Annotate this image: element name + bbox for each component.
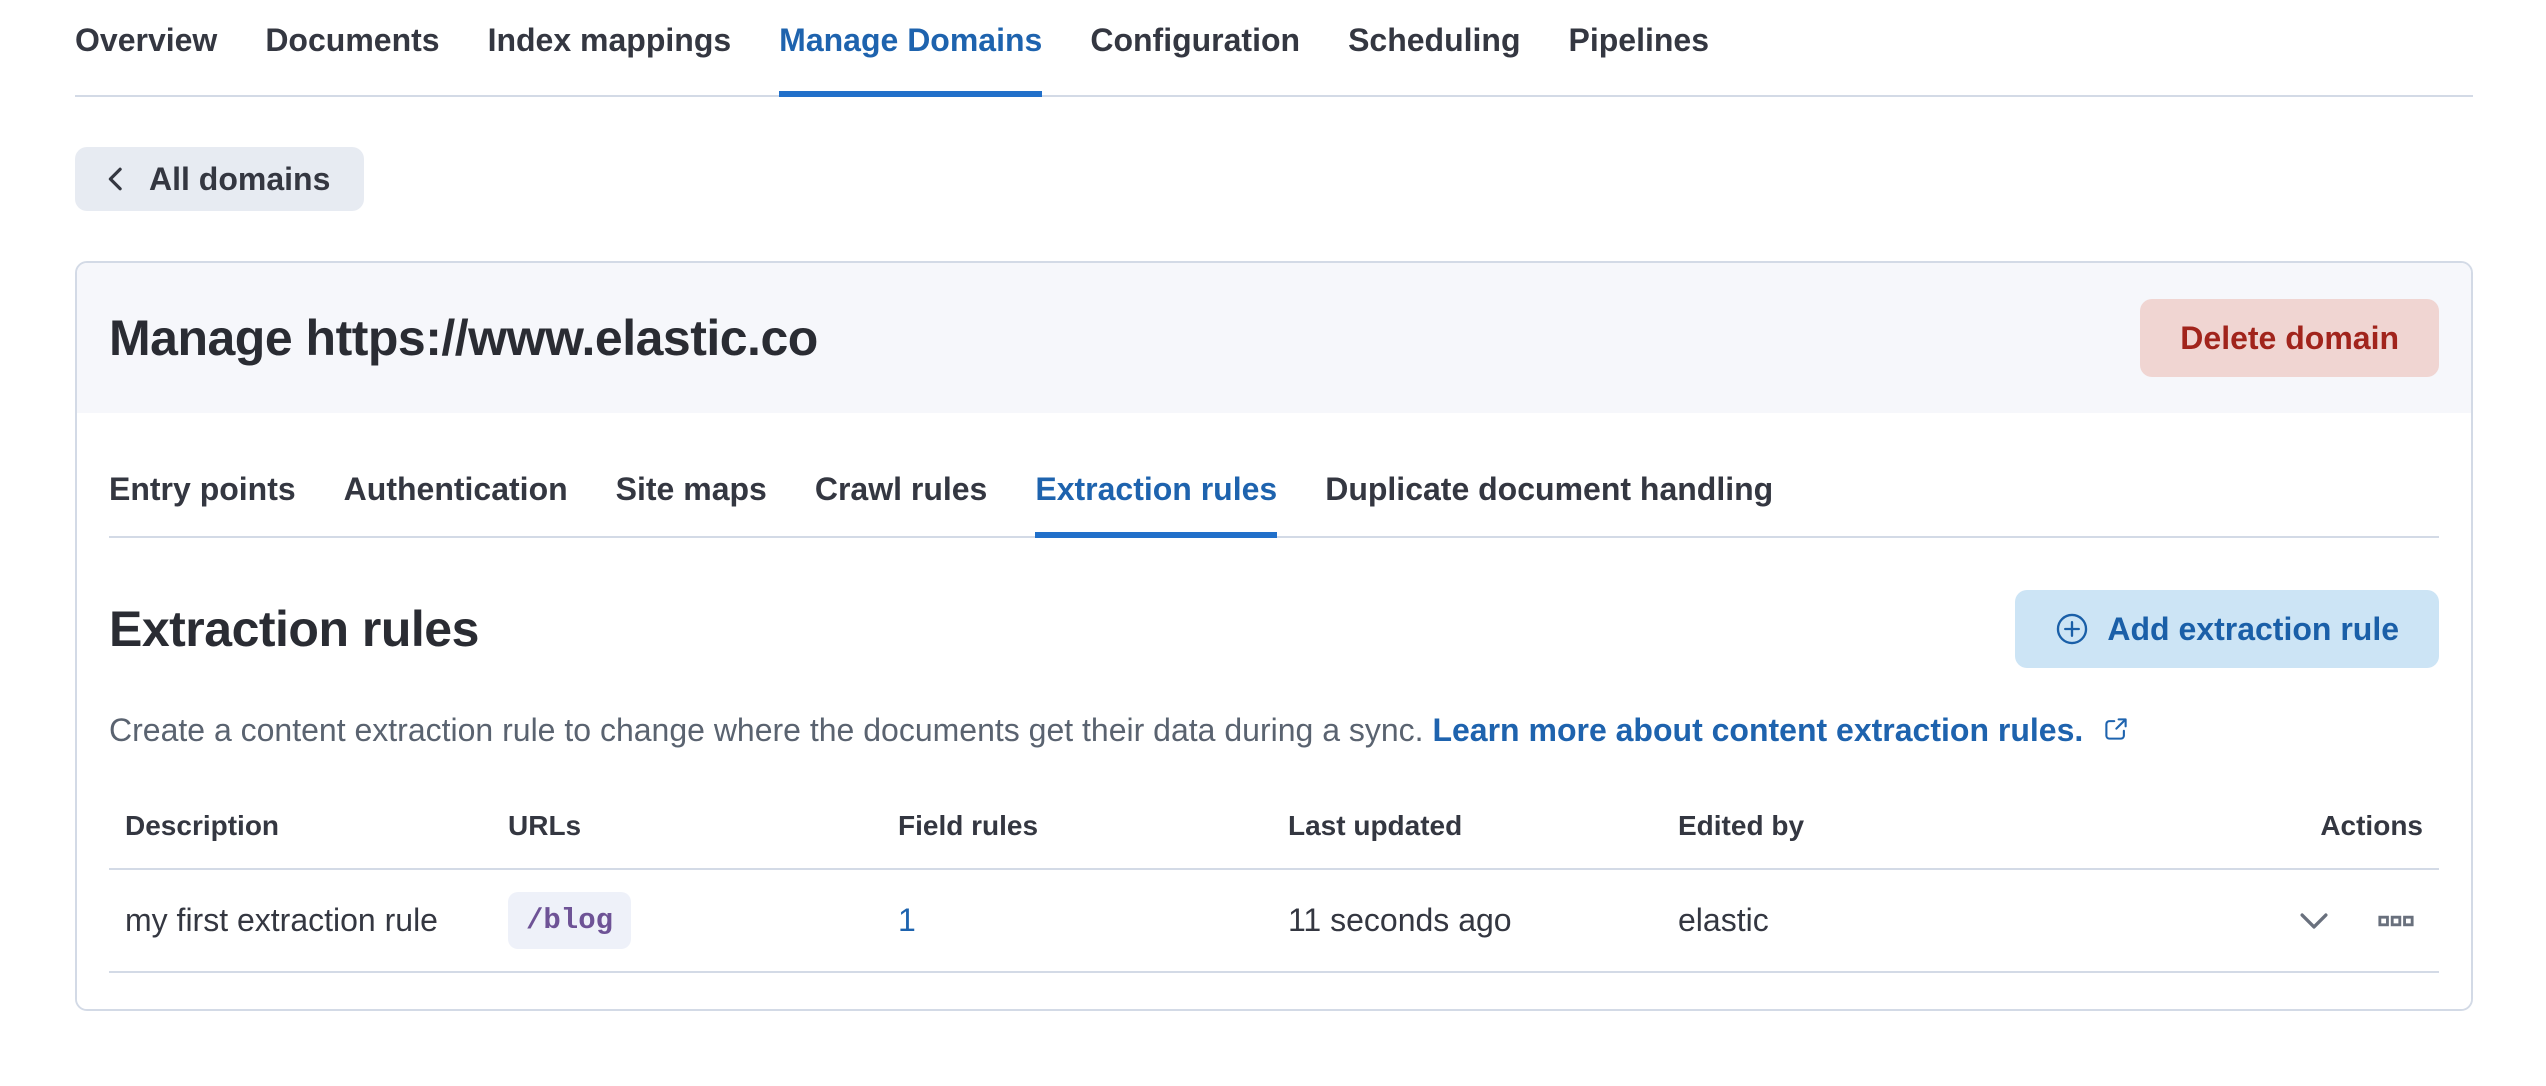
url-code-badge: /blog [508,892,632,949]
section-title: Extraction rules [109,601,479,657]
column-header-description: Description [109,784,492,870]
column-header-last-updated: Last updated [1272,784,1662,870]
tab-documents[interactable]: Documents [265,22,439,95]
learn-more-link[interactable]: Learn more about content extraction rule… [1432,712,2083,748]
domain-panel-header: Manage https://www.elastic.co Delete dom… [77,263,2471,413]
delete-domain-button[interactable]: Delete domain [2140,299,2439,377]
table-row: my first extraction rule /blog 1 11 seco… [109,869,2439,973]
tab-pipelines[interactable]: Pipelines [1569,22,1710,95]
column-header-field-rules: Field rules [882,784,1272,870]
tab-entry-points[interactable]: Entry points [109,413,296,536]
add-extraction-rule-button[interactable]: Add extraction rule [2015,590,2439,668]
rule-actions-cell [2052,869,2439,973]
rule-description-cell: my first extraction rule [109,869,492,973]
rule-edited-by-cell: elastic [1662,869,2052,973]
tab-manage-domains[interactable]: Manage Domains [779,22,1043,97]
row-actions-menu-button[interactable] [2377,902,2415,940]
column-header-actions: Actions [2052,784,2439,870]
rule-last-updated-cell: 11 seconds ago [1272,869,1662,973]
expand-row-button[interactable] [2295,902,2333,940]
boxes-horizontal-icon [2377,902,2415,940]
tab-configuration[interactable]: Configuration [1090,22,1300,95]
all-domains-back-button[interactable]: All domains [75,147,365,211]
tab-overview[interactable]: Overview [75,22,217,95]
column-header-edited-by: Edited by [1662,784,2052,870]
description-text: Create a content extraction rule to chan… [109,712,1424,748]
chevron-left-icon [101,164,131,194]
extraction-rules-table: Description URLs Field rules Last update… [109,784,2439,973]
add-button-label: Add extraction rule [2107,610,2399,647]
rule-field-rules-cell: 1 [882,869,1272,973]
tab-crawl-rules[interactable]: Crawl rules [815,413,988,536]
column-header-urls: URLs [492,784,882,870]
tab-duplicate-document-handling[interactable]: Duplicate document handling [1325,413,1773,536]
chevron-down-icon [2295,902,2333,940]
top-nav: Overview Documents Index mappings Manage… [75,0,2473,97]
rule-urls-cell: /blog [492,869,882,973]
extraction-rules-section-head: Extraction rules Add extraction rule [109,590,2439,668]
section-description: Create a content extraction rule to chan… [109,708,2439,754]
domain-panel-body: Entry points Authentication Site maps Cr… [77,413,2471,1009]
tab-index-mappings[interactable]: Index mappings [488,22,732,95]
back-button-label: All domains [149,160,331,197]
plus-in-circle-icon [2055,612,2089,646]
tab-scheduling[interactable]: Scheduling [1348,22,1520,95]
external-link-icon [2102,710,2130,754]
crawler-domain-page: Overview Documents Index mappings Manage… [0,0,2546,1086]
table-header-row: Description URLs Field rules Last update… [109,784,2439,870]
tab-extraction-rules[interactable]: Extraction rules [1035,413,1277,538]
page-title: Manage https://www.elastic.co [109,310,818,366]
tab-authentication[interactable]: Authentication [344,413,568,536]
domain-panel: Manage https://www.elastic.co Delete dom… [75,261,2473,1011]
field-rules-count-link[interactable]: 1 [898,902,916,938]
tab-site-maps[interactable]: Site maps [616,413,767,536]
domain-sub-tabs: Entry points Authentication Site maps Cr… [109,413,2439,538]
